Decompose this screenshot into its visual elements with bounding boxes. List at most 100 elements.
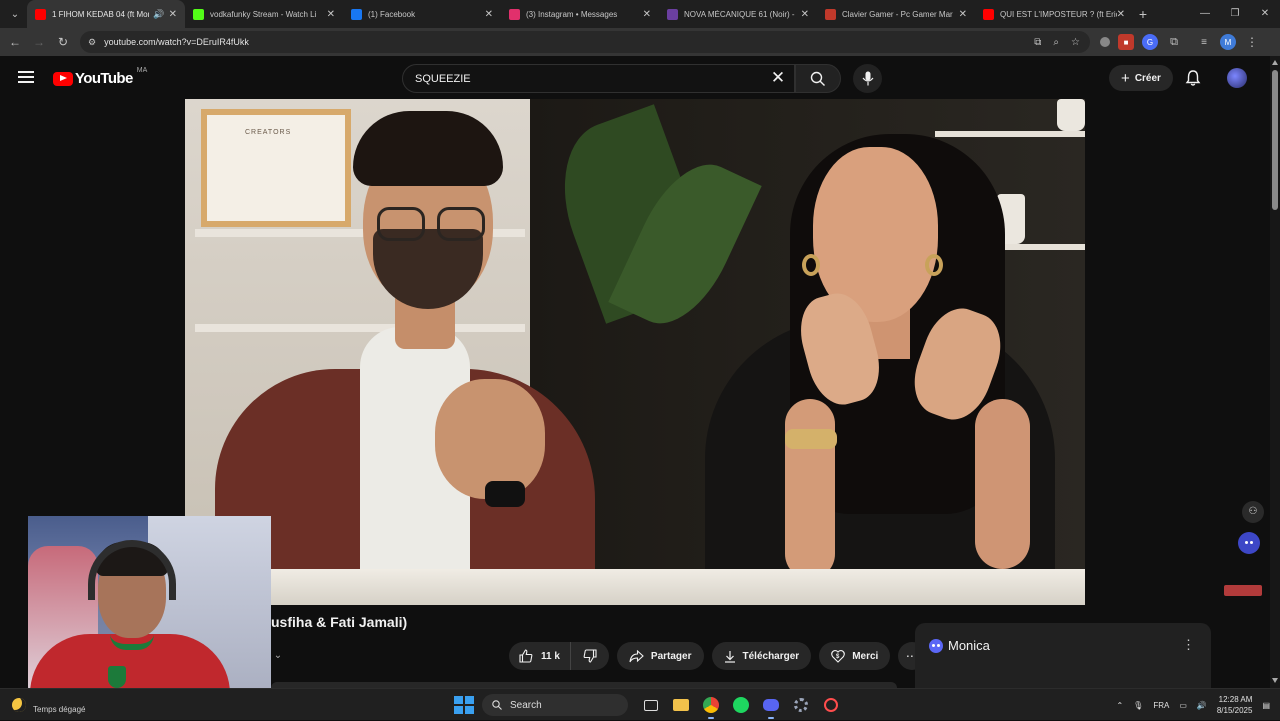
restore-button[interactable]: ❐: [1220, 0, 1250, 28]
monica-panel: Monica ⋮: [915, 623, 1211, 698]
install-app-icon[interactable]: ⧉: [1034, 37, 1041, 48]
like-dislike-group: 11 k: [509, 642, 609, 670]
voice-search-button[interactable]: [853, 64, 882, 93]
tab-search-chevron-icon[interactable]: ⌄: [3, 2, 27, 26]
video-title: usfiha & Fati Jamali): [271, 614, 408, 630]
windows-start-icon[interactable]: [452, 694, 474, 716]
discord-icon[interactable]: [760, 694, 782, 719]
clock-time: 12:28 AM: [1218, 695, 1253, 704]
search-input[interactable]: SQUEEZIE ✕: [402, 64, 795, 93]
thanks-button[interactable]: $ Merci: [819, 642, 891, 670]
earring: [925, 254, 943, 276]
shelf: [195, 324, 525, 332]
zoom-icon[interactable]: ⌕: [1053, 37, 1059, 48]
address-bar[interactable]: ⚙ youtube.com/watch?v=DEruIR4fUkk ⧉ ⌕ ☆: [80, 31, 1090, 53]
tray-overflow-chevron-icon[interactable]: ⌃: [1116, 701, 1123, 710]
browser-tab[interactable]: QUI EST L'IMPOSTEUR ? (ft Eric ✕: [975, 0, 1133, 28]
language-indicator[interactable]: FRA: [1153, 701, 1169, 710]
microphone-tray-icon[interactable]: 🎙: [1133, 701, 1143, 710]
display-icon[interactable]: ▭: [1179, 701, 1187, 710]
reload-button[interactable]: ↻: [51, 35, 75, 49]
browser-tab[interactable]: (3) Instagram • Messages ✕: [501, 0, 659, 28]
forward-button[interactable]: →: [27, 35, 51, 49]
wall-frame: CREATORS: [201, 109, 351, 227]
search-button[interactable]: [795, 64, 841, 93]
account-avatar[interactable]: [1227, 68, 1247, 88]
close-window-button[interactable]: ✕: [1250, 0, 1280, 28]
spotify-icon[interactable]: [730, 694, 752, 716]
page-scrollbar[interactable]: [1270, 56, 1280, 688]
browser-menu-icon[interactable]: ⋮: [1244, 34, 1260, 50]
chrome-icon[interactable]: [700, 694, 722, 719]
new-tab-button[interactable]: +: [1133, 6, 1153, 22]
notifications-bell-icon[interactable]: [1184, 69, 1202, 87]
youtube-icon: [983, 8, 994, 20]
floating-tools-icon[interactable]: ⚇: [1242, 501, 1264, 523]
monica-float-icon[interactable]: [1238, 532, 1260, 554]
tab-close-icon[interactable]: ✕: [801, 9, 809, 20]
site-info-icon[interactable]: ⚙: [88, 37, 96, 48]
vase: [1057, 99, 1085, 131]
tab-close-icon[interactable]: ✕: [1117, 9, 1125, 20]
tab-title: (1) Facebook: [368, 9, 416, 19]
volume-icon[interactable]: 🔊: [1197, 701, 1207, 710]
reading-list-icon[interactable]: ≡: [1196, 34, 1212, 50]
tab-close-icon[interactable]: ✕: [643, 9, 651, 20]
browser-tab[interactable]: (1) Facebook ✕: [343, 0, 501, 28]
tab-title: Clavier Gamer - Pc Gamer Mar: [842, 9, 953, 19]
clear-search-icon[interactable]: ✕: [768, 68, 788, 88]
settings-gear-icon[interactable]: [790, 694, 812, 716]
weather-widget[interactable]: Temps dégagé: [12, 695, 85, 714]
browser-tab[interactable]: Clavier Gamer - Pc Gamer Mar ✕: [817, 0, 975, 28]
file-explorer-icon[interactable]: [670, 694, 692, 716]
monica-menu-icon[interactable]: ⋮: [1182, 637, 1195, 653]
translate-extension-icon[interactable]: G: [1142, 34, 1158, 50]
youtube-header: YouTube MA SQUEEZIE ✕ + Créer: [0, 56, 1270, 100]
extension-badge-icon[interactable]: ■: [1118, 34, 1134, 50]
scroll-up-arrow-icon[interactable]: [1272, 60, 1278, 65]
tab-audio-icon[interactable]: 🔊: [153, 9, 164, 20]
browser-tab[interactable]: 1 FIHOM KEDAB 04 (ft Mon 🔊 ✕: [27, 0, 185, 28]
share-button[interactable]: Partager: [616, 642, 704, 670]
back-button[interactable]: ←: [3, 35, 27, 49]
profile-avatar[interactable]: M: [1220, 34, 1236, 50]
scroll-thumb[interactable]: [1272, 70, 1278, 210]
download-label: Télécharger: [742, 650, 800, 662]
webcam-overlay: [28, 516, 271, 699]
scroll-down-arrow-icon[interactable]: [1272, 678, 1278, 683]
video-player[interactable]: CREATORS: [185, 99, 1085, 605]
download-button[interactable]: Télécharger: [711, 642, 812, 670]
search-query: SQUEEZIE: [415, 72, 471, 85]
minimize-button[interactable]: —: [1190, 0, 1220, 28]
country-code: MA: [136, 67, 148, 74]
tab-list: 1 FIHOM KEDAB 04 (ft Mon 🔊 ✕ vodkafunky Str…: [27, 0, 1133, 28]
browser-tab[interactable]: vodkafunky Stream - Watch Li ✕: [185, 0, 343, 28]
tab-close-icon[interactable]: ✕: [327, 9, 335, 20]
taskbar-search[interactable]: Search: [482, 694, 628, 716]
jersey-badge: [108, 666, 126, 688]
dislike-button[interactable]: [571, 642, 609, 670]
extension-icon[interactable]: [1100, 37, 1110, 47]
tab-close-icon[interactable]: ✕: [959, 9, 967, 20]
instagram-icon: [509, 8, 520, 20]
youtube-logo[interactable]: YouTube MA: [53, 67, 148, 87]
task-view-icon[interactable]: [640, 694, 662, 716]
man-hair: [353, 111, 503, 186]
weather-text: Temps dégagé: [33, 705, 86, 714]
bookmark-star-icon[interactable]: ☆: [1071, 37, 1080, 48]
glasses-lens: [437, 207, 485, 241]
app-icon[interactable]: [820, 694, 842, 716]
shelf: [935, 131, 1085, 137]
tab-close-icon[interactable]: ✕: [169, 9, 177, 20]
tab-title: NOVA MÉCANIQUE 61 (Noir) -: [684, 9, 795, 19]
create-button[interactable]: + Créer: [1109, 65, 1173, 91]
like-button[interactable]: 11 k: [509, 642, 571, 670]
browser-tab[interactable]: NOVA MÉCANIQUE 61 (Noir) - ✕: [659, 0, 817, 28]
notification-center-icon[interactable]: ▤: [1262, 701, 1270, 710]
guide-menu-icon[interactable]: [18, 71, 34, 83]
plus-icon: +: [1121, 69, 1130, 87]
tab-close-icon[interactable]: ✕: [485, 9, 493, 20]
clock[interactable]: 12:28 AM 8/15/2025: [1217, 694, 1253, 716]
extensions-puzzle-icon[interactable]: ⧉: [1166, 34, 1182, 50]
taskbar-apps: Search: [452, 693, 842, 719]
